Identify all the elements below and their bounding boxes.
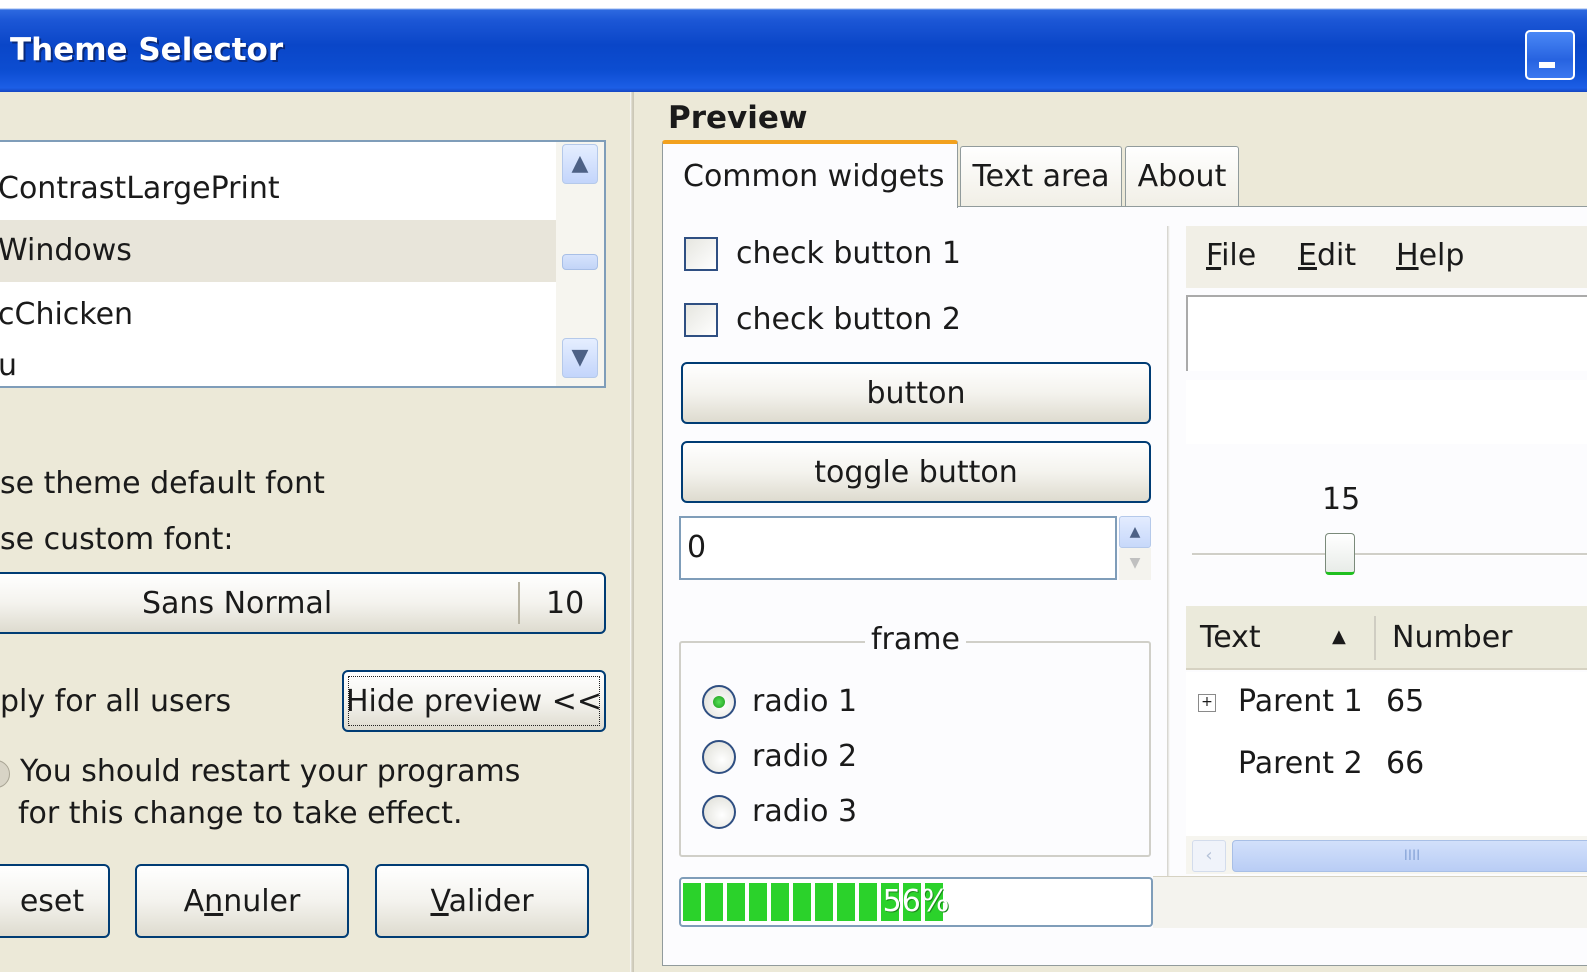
frame <box>679 641 1151 857</box>
tree-cell-number: 65 <box>1386 684 1425 719</box>
tree-view[interactable]: + Parent 1 65 Parent 2 66 <box>1186 672 1587 836</box>
restart-notice-line1: You should restart your programs <box>20 754 521 789</box>
radio-selected-dot <box>713 696 725 708</box>
reset-label: eset <box>19 883 85 919</box>
pane-divider[interactable] <box>630 92 634 972</box>
toggle-button-label: toggle button <box>814 454 1018 490</box>
tab-label: Common widgets <box>683 158 945 194</box>
expand-icon[interactable]: + <box>1198 694 1216 712</box>
radio-1-label[interactable]: radio 1 <box>752 684 857 719</box>
theme-item[interactable]: cChicken <box>0 284 556 346</box>
theme-item-selected[interactable]: Windows <box>0 220 556 282</box>
scroll-down-icon[interactable]: ▼ <box>562 338 598 378</box>
window-title: Theme Selector <box>10 32 284 68</box>
check-button-1-label[interactable]: check button 1 <box>736 236 961 271</box>
radio-3-button[interactable] <box>702 795 736 829</box>
tree-row[interactable]: + Parent 1 65 <box>1186 672 1587 734</box>
reset-button[interactable]: eset <box>0 864 110 938</box>
cancel-label: Annuler <box>183 883 301 919</box>
theme-item[interactable]: ContrastLargePrint <box>0 158 556 220</box>
column-separator[interactable] <box>1374 616 1376 660</box>
toggle-button[interactable]: toggle button <box>681 441 1151 503</box>
tree-cell-text: Parent 1 <box>1238 684 1363 719</box>
scroll-thumb[interactable]: IIII <box>1232 840 1587 872</box>
button-label: button <box>866 375 966 411</box>
spin-buttons[interactable]: ▲ ▼ <box>1119 516 1151 580</box>
scale-value: 15 <box>1322 482 1361 517</box>
focus-ring <box>348 676 600 726</box>
empty-area <box>1186 380 1587 444</box>
spin-input[interactable]: 0 <box>679 516 1117 580</box>
tab-common-widgets[interactable]: Common widgets <box>662 140 958 208</box>
scale-thumb[interactable] <box>1325 533 1355 575</box>
hide-preview-button[interactable]: Hide preview << <box>342 670 606 732</box>
font-size: 10 <box>546 585 585 621</box>
radio-3-label[interactable]: radio 3 <box>752 794 857 829</box>
minimize-button[interactable] <box>1525 30 1575 80</box>
scroll-up-icon[interactable]: ▲ <box>562 144 598 184</box>
preview-divider[interactable] <box>1167 226 1170 876</box>
validate-button[interactable]: Valider <box>375 864 589 938</box>
radio-2-label[interactable]: radio 2 <box>752 739 857 774</box>
tree-row[interactable]: Parent 2 66 <box>1186 734 1587 796</box>
frame-label: frame <box>865 622 966 657</box>
menu-file[interactable]: File <box>1206 238 1256 273</box>
font-separator <box>518 582 520 624</box>
progress-bar: 56% <box>679 877 1153 927</box>
column-header-number[interactable]: Number <box>1392 620 1513 655</box>
theme-item[interactable]: u <box>0 346 556 386</box>
radio-1-button[interactable] <box>702 685 736 719</box>
radio-2-button[interactable] <box>702 740 736 774</box>
tab-label: About <box>1137 159 1227 194</box>
theme-list[interactable]: ContrastLargePrint Windows cChicken u <box>0 140 606 388</box>
scroll-thumb[interactable] <box>562 254 598 270</box>
menu-edit[interactable]: Edit <box>1298 238 1356 273</box>
text-view[interactable] <box>1186 295 1587 371</box>
scale-track[interactable] <box>1192 553 1587 556</box>
tab-text-area[interactable]: Text area <box>960 146 1122 206</box>
progress-label: 56% <box>882 884 950 919</box>
menu-help[interactable]: Help <box>1396 238 1464 273</box>
default-font-option[interactable]: se theme default font <box>0 466 325 501</box>
tree-cell-number: 66 <box>1386 746 1425 781</box>
tab-about[interactable]: About <box>1125 146 1239 206</box>
check-button-2-label[interactable]: check button 2 <box>736 302 961 337</box>
custom-font-option[interactable]: se custom font: <box>0 522 233 557</box>
font-name: Sans Normal <box>142 585 333 621</box>
tree-header: Text ▲ Number <box>1186 606 1587 670</box>
restart-notice-line2: for this change to take effect. <box>18 796 463 831</box>
sort-ascending-icon: ▲ <box>1332 626 1346 647</box>
status-bar <box>1153 876 1587 928</box>
column-header-text[interactable]: Text <box>1200 620 1261 655</box>
tree-horizontal-scrollbar[interactable]: ‹ IIII <box>1186 836 1587 874</box>
tab-label: Text area <box>972 159 1110 194</box>
check-button-1-box[interactable] <box>684 237 718 271</box>
minimize-icon <box>1539 62 1555 68</box>
theme-list-scrollbar[interactable]: ▲ ▼ <box>556 142 604 386</box>
font-picker-button[interactable]: Sans Normal 10 <box>0 572 606 634</box>
spin-up-icon[interactable]: ▲ <box>1119 516 1151 548</box>
cancel-button[interactable]: Annuler <box>135 864 349 938</box>
menu-bar: File Edit Help <box>1186 226 1587 288</box>
apply-all-users-option[interactable]: ply for all users <box>0 684 231 719</box>
spin-down-icon[interactable]: ▼ <box>1119 548 1151 580</box>
scroll-left-icon[interactable]: ‹ <box>1192 840 1226 872</box>
preview-heading: Preview <box>668 100 808 136</box>
check-button-2-box[interactable] <box>684 303 718 337</box>
validate-label: Valider <box>430 883 534 919</box>
tree-cell-text: Parent 2 <box>1238 746 1363 781</box>
preview-button[interactable]: button <box>681 362 1151 424</box>
